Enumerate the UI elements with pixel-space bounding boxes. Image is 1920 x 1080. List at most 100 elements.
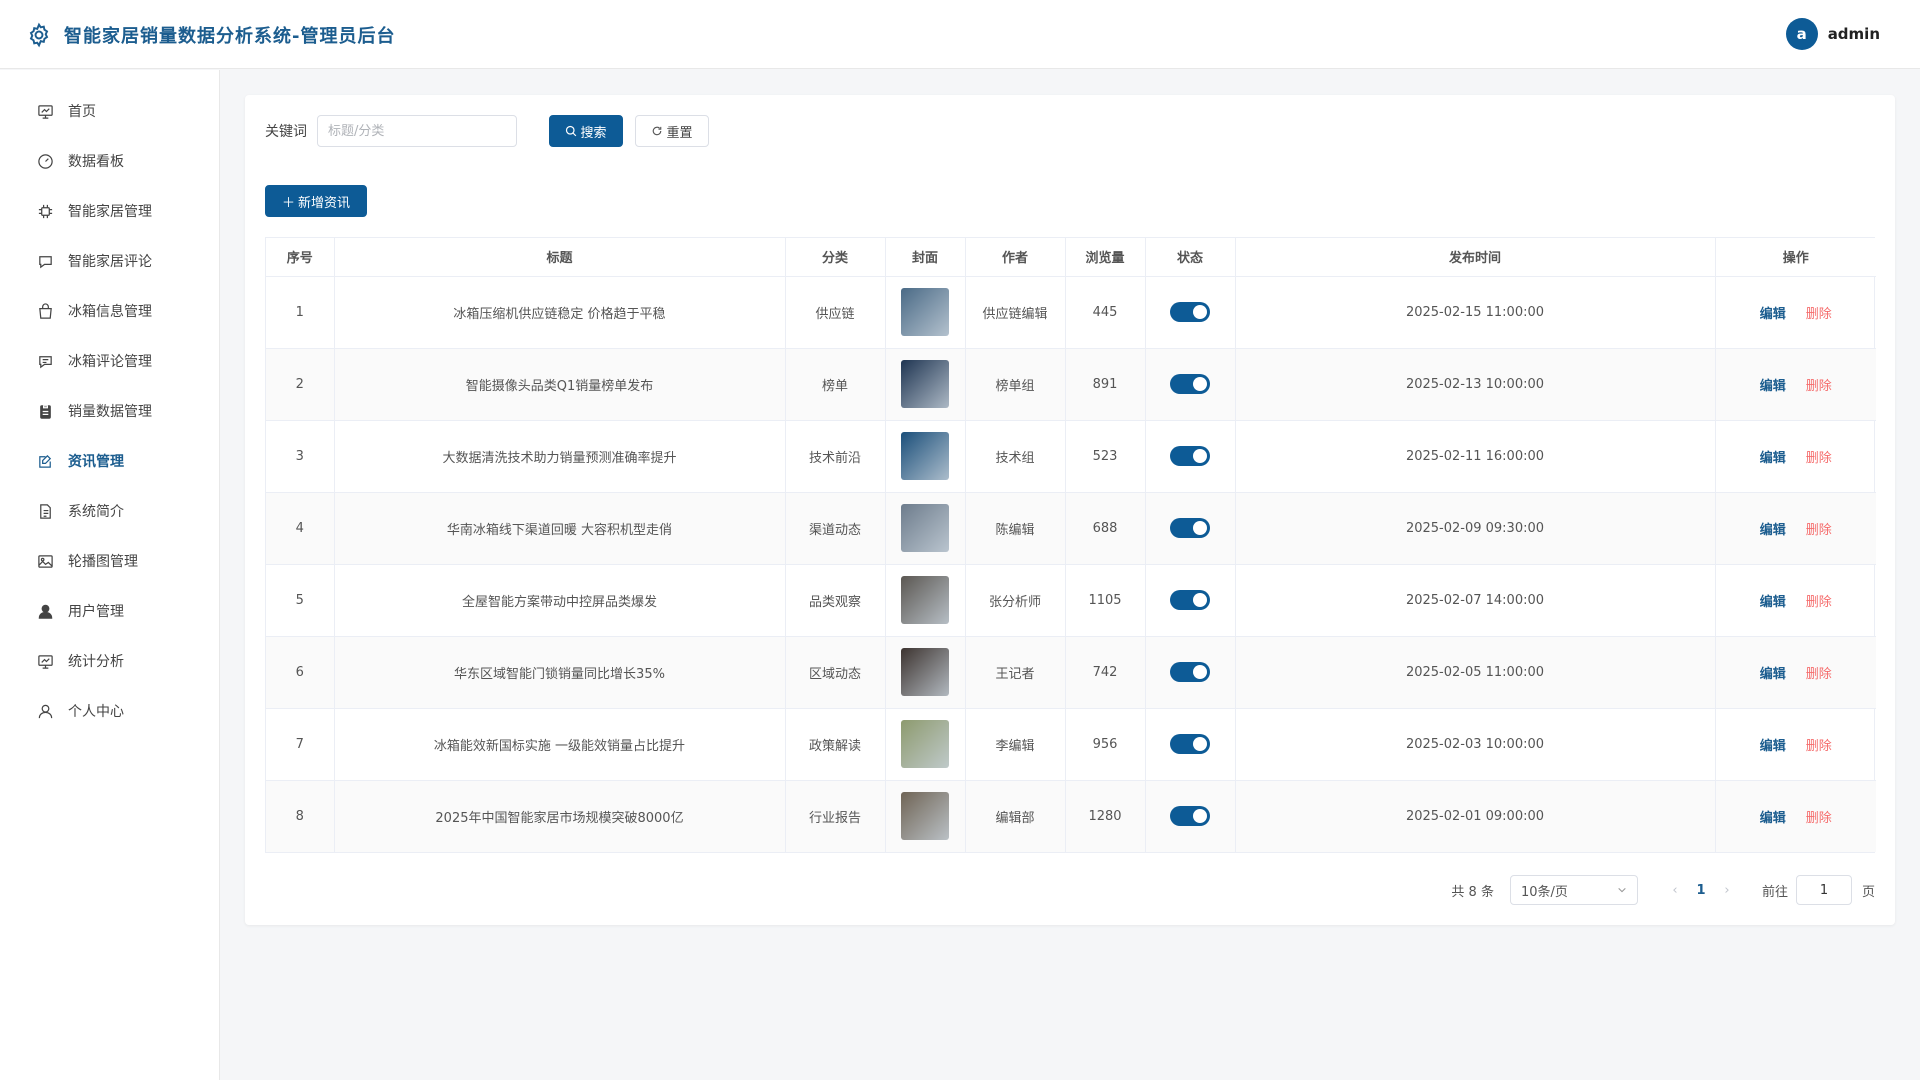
news-title: 华东区域智能门锁销量同比增长35% (334, 636, 786, 709)
news-author: 编辑部 (965, 780, 1066, 852)
chat-lines-icon (36, 352, 54, 370)
keyword-input[interactable] (317, 115, 517, 147)
publish-time: 2025-02-03 10:00:00 (1235, 708, 1716, 781)
username[interactable]: admin (1828, 25, 1880, 43)
table-row: 5 全屋智能方案带动中控屏品类爆发 品类观察 张分析师 1105 2025-02-07 1… (266, 564, 1876, 637)
cover-thumbnail[interactable] (901, 792, 949, 841)
cover-thumbnail[interactable] (901, 360, 949, 408)
publish-time: 2025-02-07 14:00:00 (1235, 564, 1716, 637)
status-cell (1145, 492, 1236, 565)
table-row: 7 冰箱能效新国标实施 一级能效销量占比提升 政策解读 李编辑 956 2025-02-0… (266, 708, 1876, 781)
keyword-label: 关键词 (265, 124, 307, 140)
sidebar-item-6[interactable]: 销量数据管理 (0, 386, 219, 436)
news-title: 智能摄像头品类Q1销量榜单发布 (334, 348, 786, 421)
cover-thumbnail[interactable] (901, 432, 949, 480)
sidebar-item-12[interactable]: 个人中心 (0, 686, 219, 736)
column-header: 作者 (965, 238, 1066, 277)
picture-icon (36, 552, 54, 570)
delete-button[interactable]: 删除 (1806, 595, 1832, 610)
add-news-button[interactable]: ＋ 新增资讯 (265, 185, 367, 217)
prev-page-button[interactable]: ‹ (1662, 883, 1688, 898)
actions-cell: 编辑 删除 (1715, 780, 1876, 852)
edit-button[interactable]: 编辑 (1760, 307, 1786, 322)
edit-button[interactable]: 编辑 (1760, 451, 1786, 466)
news-management-panel: 关键词 搜索 重置 ＋ 新增资讯 序号标题分类封面作者浏览量状态发布时间操作 1… (245, 95, 1895, 925)
cover-cell (885, 492, 966, 565)
cover-thumbnail[interactable] (901, 288, 949, 336)
edit-button[interactable]: 编辑 (1760, 523, 1786, 538)
sidebar-item-10[interactable]: 用户管理 (0, 586, 219, 636)
avatar[interactable]: a (1785, 18, 1818, 50)
status-toggle[interactable] (1170, 806, 1210, 827)
sidebar-item-7[interactable]: 资讯管理 (0, 436, 219, 486)
actions-cell: 编辑 删除 (1715, 276, 1876, 349)
reset-button[interactable]: 重置 (635, 115, 709, 147)
delete-button[interactable]: 删除 (1806, 451, 1832, 466)
row-index: 8 (266, 780, 335, 852)
table-row: 3 大数据清洗技术助力销量预测准确率提升 技术前沿 技术组 523 2025-02-11 … (266, 420, 1876, 493)
sidebar-item-label: 个人中心 (68, 704, 124, 720)
cover-thumbnail[interactable] (901, 576, 949, 624)
status-toggle[interactable] (1170, 662, 1210, 682)
sidebar-item-5[interactable]: 冰箱评论管理 (0, 336, 219, 386)
sidebar-item-1[interactable]: 数据看板 (0, 136, 219, 186)
cover-thumbnail[interactable] (901, 720, 949, 768)
status-cell (1145, 636, 1236, 709)
page-size-select[interactable]: 10条/页 (1509, 875, 1638, 905)
sidebar-item-label: 轮播图管理 (68, 554, 138, 570)
sidebar-item-3[interactable]: 智能家居评论 (0, 236, 219, 286)
sidebar-item-2[interactable]: 智能家居管理 (0, 186, 219, 236)
sidebar-item-0[interactable]: 首页 (0, 86, 219, 136)
edit-button[interactable]: 编辑 (1760, 667, 1786, 682)
cover-cell (885, 348, 966, 421)
publish-time: 2025-02-05 11:00:00 (1235, 636, 1716, 709)
news-category: 技术前沿 (785, 420, 886, 493)
chevron-down-icon (1618, 887, 1626, 893)
cover-thumbnail[interactable] (901, 504, 949, 552)
cover-thumbnail[interactable] (901, 648, 949, 696)
news-category: 品类观察 (785, 564, 886, 637)
sidebar-item-4[interactable]: 冰箱信息管理 (0, 286, 219, 336)
delete-button[interactable]: 删除 (1806, 667, 1832, 682)
actions-cell: 编辑 删除 (1715, 492, 1876, 565)
status-toggle[interactable] (1170, 302, 1210, 322)
next-page-button[interactable]: › (1714, 883, 1740, 898)
edit-button[interactable]: 编辑 (1760, 739, 1786, 754)
table-row: 6 华东区域智能门锁销量同比增长35% 区域动态 王记者 742 2025-02-05 1… (266, 636, 1876, 709)
page-number-current[interactable]: 1 (1688, 883, 1714, 898)
delete-button[interactable]: 删除 (1806, 523, 1832, 538)
edit-button[interactable]: 编辑 (1760, 595, 1786, 610)
status-toggle[interactable] (1170, 446, 1210, 466)
status-toggle[interactable] (1170, 374, 1210, 394)
sidebar-item-8[interactable]: 系统简介 (0, 486, 219, 536)
status-toggle[interactable] (1170, 518, 1210, 538)
sidebar-item-9[interactable]: 轮播图管理 (0, 536, 219, 586)
sidebar-item-11[interactable]: 统计分析 (0, 636, 219, 686)
sidebar-item-label: 智能家居管理 (68, 204, 152, 220)
sidebar-item-label: 冰箱信息管理 (68, 304, 152, 320)
plus-icon: ＋ (281, 195, 295, 211)
status-toggle[interactable] (1170, 734, 1210, 754)
news-views: 1105 (1065, 564, 1146, 637)
delete-button[interactable]: 删除 (1806, 811, 1832, 826)
news-category: 行业报告 (785, 780, 886, 852)
news-views: 956 (1065, 708, 1146, 781)
news-author: 王记者 (965, 636, 1066, 709)
goto-page-input[interactable] (1795, 875, 1852, 905)
goto-label: 前往 (1761, 884, 1788, 900)
user-menu[interactable]: a admin (1785, 18, 1880, 50)
publish-time: 2025-02-01 09:00:00 (1235, 780, 1716, 852)
news-author: 技术组 (965, 420, 1066, 493)
refresh-icon (653, 126, 662, 136)
news-views: 742 (1065, 636, 1146, 709)
status-toggle[interactable] (1170, 590, 1210, 610)
delete-button[interactable]: 删除 (1806, 379, 1832, 394)
delete-button[interactable]: 删除 (1806, 739, 1832, 754)
search-button[interactable]: 搜索 (549, 115, 623, 147)
add-news-button-label: 新增资讯 (298, 195, 351, 211)
delete-button[interactable]: 删除 (1806, 307, 1832, 322)
cover-cell (885, 636, 966, 709)
sidebar-item-label: 统计分析 (68, 654, 124, 670)
edit-button[interactable]: 编辑 (1760, 379, 1786, 394)
edit-button[interactable]: 编辑 (1760, 811, 1786, 826)
